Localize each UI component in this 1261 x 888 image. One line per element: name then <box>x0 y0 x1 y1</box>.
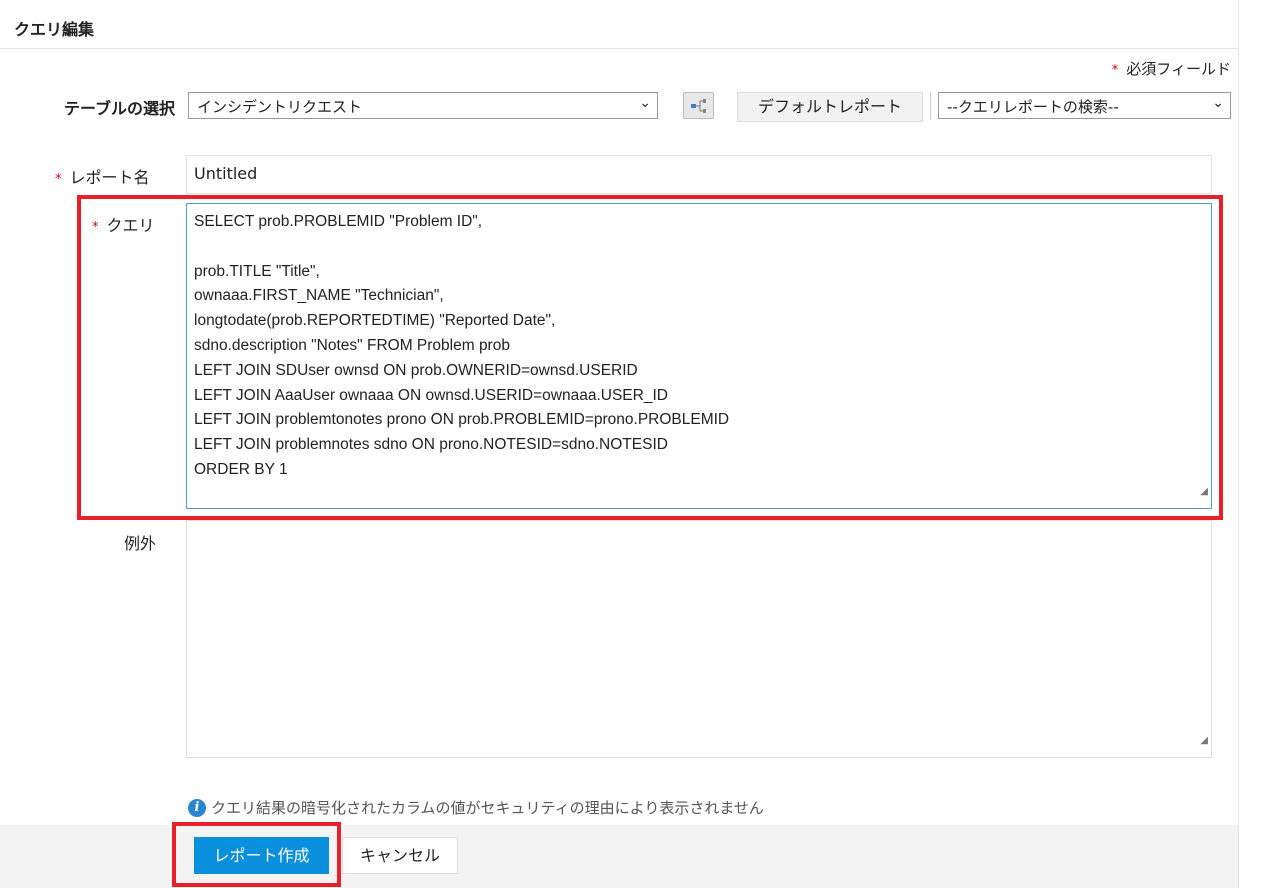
separator <box>930 92 931 120</box>
query-label-text: クエリ <box>106 216 155 235</box>
query-textarea[interactable]: SELECT prob.PROBLEMID "Problem ID", prob… <box>186 203 1212 509</box>
table-select[interactable]: インシデントリクエスト ⌄ <box>188 92 658 119</box>
required-note: * 必須フィールド <box>1112 58 1231 79</box>
required-star: * <box>1111 63 1119 78</box>
schema-icon <box>691 99 706 113</box>
chevron-down-icon: ⌄ <box>1212 95 1224 111</box>
query-report-search-value: --クエリレポートの検索-- <box>947 98 1119 116</box>
chevron-down-icon: ⌄ <box>639 95 651 111</box>
report-name-input[interactable]: Untitled <box>186 155 1212 194</box>
exceptions-textarea[interactable]: ◢ <box>186 520 1212 758</box>
page-title: クエリ編集 <box>14 20 95 39</box>
info-note: i クエリ結果の暗号化されたカラムの値がセキュリティの理由により表示されません <box>188 797 764 818</box>
divider <box>1238 0 1239 888</box>
report-name-label: * レポート名 <box>55 168 150 187</box>
info-icon: i <box>188 798 206 817</box>
table-select-value: インシデントリクエスト <box>197 98 363 116</box>
create-report-button[interactable]: レポート作成 <box>194 837 329 874</box>
query-report-search-select[interactable]: --クエリレポートの検索-- ⌄ <box>938 92 1231 119</box>
query-label: * クエリ <box>92 216 155 235</box>
report-name-label-text: レポート名 <box>69 168 150 187</box>
query-text: SELECT prob.PROBLEMID "Problem ID", prob… <box>194 213 730 478</box>
resize-handle[interactable]: ◢ <box>1200 729 1208 754</box>
required-note-text: 必須フィールド <box>1126 60 1231 78</box>
page-header: クエリ編集 <box>0 0 1238 49</box>
resize-handle[interactable]: ◢ <box>1200 480 1208 505</box>
cancel-button[interactable]: キャンセル <box>342 837 458 874</box>
default-report-button[interactable]: デフォルトレポート <box>737 92 923 122</box>
table-select-label: テーブルの選択 <box>63 99 175 118</box>
exceptions-label: 例外 <box>124 534 157 553</box>
schema-diagram-button[interactable] <box>683 92 714 119</box>
info-note-text: クエリ結果の暗号化されたカラムの値がセキュリティの理由により表示されません <box>211 799 764 817</box>
